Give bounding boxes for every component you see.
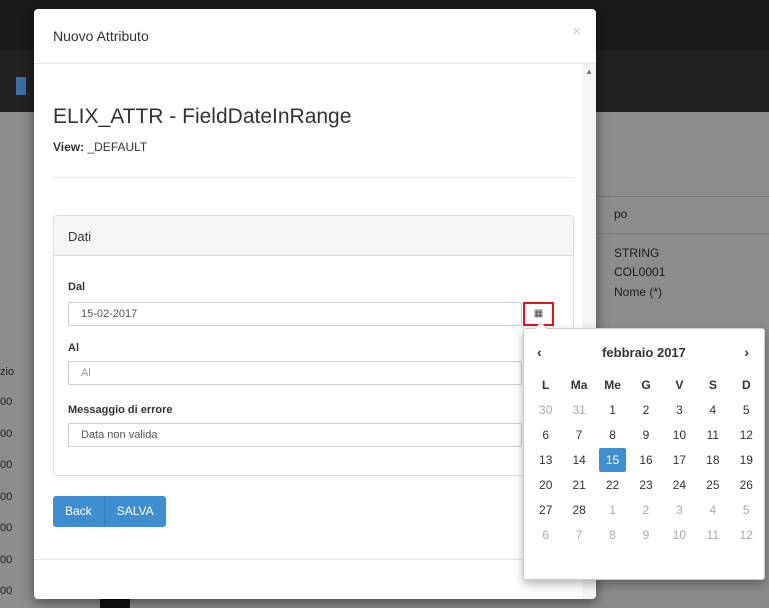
day-cell[interactable]: 11 <box>696 523 729 547</box>
day-cell[interactable]: 7 <box>562 523 595 547</box>
close-icon[interactable]: × <box>572 23 581 40</box>
day-cell[interactable]: 19 <box>730 448 763 472</box>
weekday-header: D <box>741 378 751 392</box>
day-cell[interactable]: 6 <box>529 523 562 547</box>
day-cell[interactable]: 26 <box>730 473 763 497</box>
day-cell[interactable]: 30 <box>529 398 562 422</box>
app-left-label: 00 <box>0 554 13 566</box>
save-button[interactable]: SALVA <box>104 496 166 527</box>
day-cell[interactable]: 10 <box>663 523 696 547</box>
app-name-value: Nome (*) <box>614 285 663 299</box>
error-message-label: Messaggio di errore <box>68 404 173 416</box>
day-cell[interactable]: 4 <box>696 498 729 522</box>
app-column-value: COL0001 <box>614 265 666 279</box>
weekday-header: G <box>641 378 651 392</box>
day-cell[interactable]: 12 <box>730 523 763 547</box>
day-cell[interactable]: 2 <box>629 398 662 422</box>
error-message-input[interactable]: Data non valida <box>68 423 522 447</box>
day-cell[interactable]: 27 <box>529 498 562 522</box>
app-left-label: 00 <box>0 459 13 471</box>
app-left-label: 00 <box>0 522 13 534</box>
day-cell[interactable]: 28 <box>562 498 595 522</box>
dal-label: Dal <box>68 281 86 293</box>
app-left-label: 00 <box>0 585 13 597</box>
al-date-input[interactable]: Al <box>68 361 522 385</box>
datepicker-caret-inner <box>535 323 547 329</box>
day-cell[interactable]: 10 <box>663 423 696 447</box>
modal-title: Nuovo Attributo <box>53 28 149 44</box>
app-left-label: 00 <box>0 491 13 503</box>
day-cell[interactable]: 24 <box>663 473 696 497</box>
day-cell[interactable]: 5 <box>730 498 763 522</box>
weekday-header: Me <box>604 378 621 392</box>
back-button[interactable]: Back <box>53 496 105 527</box>
new-attribute-modal: Nuovo Attributo × ▲ ELIX_ATTR - FieldDat… <box>34 9 596 599</box>
day-cell[interactable]: 2 <box>629 498 662 522</box>
day-cell[interactable]: 31 <box>562 398 595 422</box>
day-cell[interactable]: 11 <box>696 423 729 447</box>
weekday-header: S <box>708 378 717 392</box>
attribute-title: ELIX_ATTR - FieldDateInRange <box>53 105 352 128</box>
panel-title: Dati <box>68 229 92 244</box>
day-cell[interactable]: 1 <box>596 398 629 422</box>
weekday-header: Ma <box>570 378 588 392</box>
day-cell[interactable]: 7 <box>562 423 595 447</box>
next-month-icon[interactable]: › <box>744 344 749 360</box>
day-cell[interactable]: 25 <box>696 473 729 497</box>
day-cell[interactable]: 9 <box>629 523 662 547</box>
day-cell[interactable]: 12 <box>730 423 763 447</box>
app-type-value: STRING <box>614 246 660 260</box>
view-label: View: <box>53 140 85 154</box>
day-cell[interactable]: 13 <box>529 448 562 472</box>
data-panel: Dati Dal 15-02-2017 ▦ Al Al Messaggio di… <box>53 215 574 476</box>
day-cell[interactable]: 3 <box>663 398 696 422</box>
panel-heading: Dati <box>54 216 573 256</box>
datepicker-grid: L Ma Me G V S D 30 31 1 2 3 4 5 6 7 8 9 10 11 12 13 14 15 16 17 18… <box>529 373 763 547</box>
day-cell[interactable]: 8 <box>596 523 629 547</box>
view-value: _DEFAULT <box>87 140 148 154</box>
app-left-label: 00 <box>0 428 13 440</box>
dal-date-input[interactable]: 15-02-2017 <box>68 302 522 326</box>
day-cell[interactable]: 16 <box>629 448 662 472</box>
scroll-up-arrow-icon[interactable]: ▲ <box>585 67 593 76</box>
day-cell[interactable]: 22 <box>596 473 629 497</box>
day-cell[interactable]: 1 <box>596 498 629 522</box>
calendar-icon: ▦ <box>533 308 544 319</box>
app-right-header-text: po <box>614 207 628 221</box>
app-left-label: zio <box>0 366 15 378</box>
day-cell[interactable]: 20 <box>529 473 562 497</box>
al-label: Al <box>68 342 79 354</box>
month-label[interactable]: febbraio 2017 <box>524 345 764 360</box>
day-cell[interactable]: 17 <box>663 448 696 472</box>
day-cell[interactable]: 5 <box>730 398 763 422</box>
action-button-group: Back SALVA <box>53 496 166 527</box>
weekday-header: L <box>542 378 550 392</box>
day-cell[interactable]: 6 <box>529 423 562 447</box>
day-cell[interactable]: 4 <box>696 398 729 422</box>
selected-day-cell[interactable]: 15 <box>598 448 627 472</box>
day-cell[interactable]: 14 <box>562 448 595 472</box>
header-divider <box>53 177 574 178</box>
day-cell[interactable]: 18 <box>696 448 729 472</box>
modal-footer-divider <box>34 559 582 560</box>
datepicker-header: ‹ febbraio 2017 › <box>524 340 764 364</box>
weekday-header: V <box>675 378 684 392</box>
day-cell[interactable]: 3 <box>663 498 696 522</box>
day-cell[interactable]: 9 <box>629 423 662 447</box>
day-cell[interactable]: 21 <box>562 473 595 497</box>
app-left-label: 00 <box>0 396 13 408</box>
datepicker-popup: ‹ febbraio 2017 › L Ma Me G V S D 30 31 1 2 3 4 5 6 7 8 9… <box>523 322 765 580</box>
view-info: View: _DEFAULT <box>53 140 147 154</box>
modal-header: Nuovo Attributo × <box>34 9 596 64</box>
day-cell[interactable]: 8 <box>596 423 629 447</box>
app-side-tab <box>16 77 26 95</box>
day-cell[interactable]: 23 <box>629 473 662 497</box>
